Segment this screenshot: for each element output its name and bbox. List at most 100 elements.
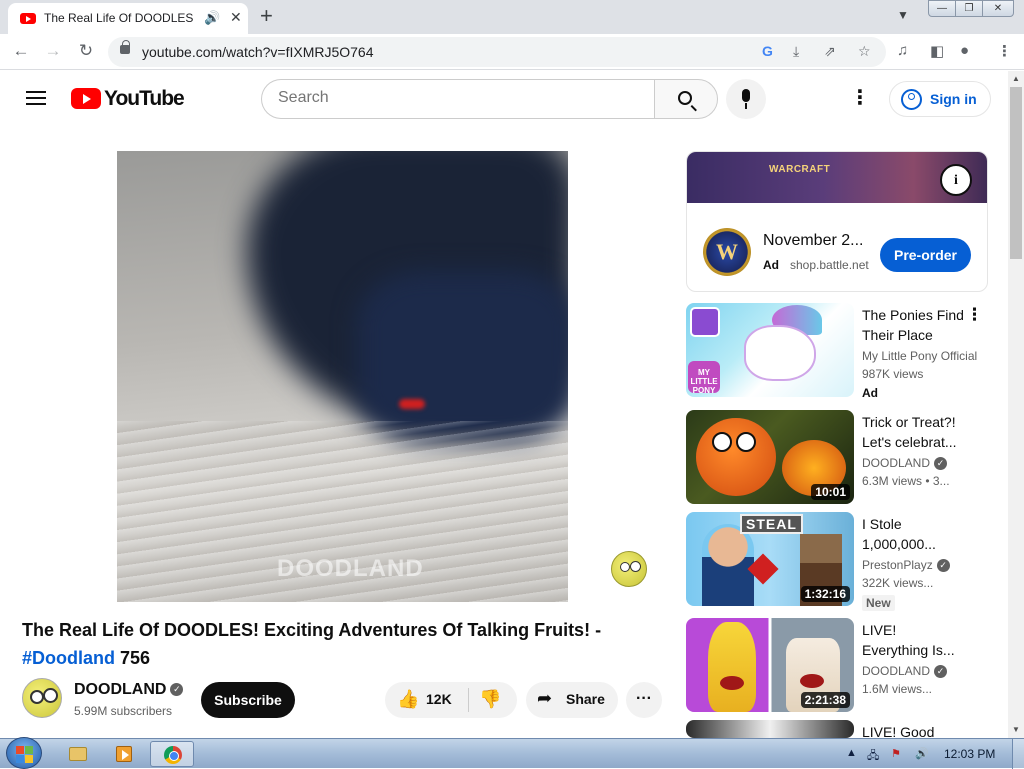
url-text[interactable]: youtube.com/watch?v=fIXMRJ5O764 (142, 44, 374, 60)
verified-check-icon: ✓ (936, 559, 950, 573)
ad-info-icon[interactable]: i (940, 164, 972, 196)
more-options-kebab-icon[interactable]: ⋮ (966, 305, 983, 325)
share-button[interactable]: ➦ Share (526, 682, 618, 718)
google-lens-icon[interactable]: G (762, 43, 773, 59)
channel-name-text[interactable]: DOODLAND (74, 681, 166, 698)
chevron-down-icon[interactable]: ▼ (897, 8, 909, 22)
forward-arrow-icon[interactable]: → (42, 41, 64, 61)
thumbs-up-icon[interactable]: 👍 (397, 689, 419, 710)
youtube-favicon-icon (20, 13, 36, 24)
channel-avatar[interactable] (22, 678, 62, 718)
video-title[interactable]: Trick or Treat?! Let's celebrat... (862, 412, 966, 452)
youtube-logo-icon[interactable] (71, 88, 101, 109)
hashtag-link[interactable]: #Doodland (22, 648, 115, 668)
share-label: Share (566, 691, 605, 707)
taskbar-chrome[interactable] (150, 741, 194, 767)
scroll-down-arrow-icon[interactable]: ▼ (1008, 722, 1024, 738)
address-bar[interactable]: youtube.com/watch?v=fIXMRJ5O764 G ⤓ ⇗ ☆ (108, 37, 886, 67)
bookmark-star-icon[interactable]: ☆ (858, 43, 871, 60)
back-arrow-icon[interactable]: ← (10, 41, 32, 61)
search-input[interactable] (278, 89, 638, 107)
video-frame-red-spot (399, 399, 425, 409)
video-title[interactable]: LIVE! Everything Is... (862, 620, 966, 660)
window-restore-button[interactable]: ❐ (955, 0, 983, 17)
action-center-icon[interactable]: ⚑ (891, 747, 901, 760)
channel-name-text[interactable]: DOODLAND (862, 664, 930, 678)
volume-icon[interactable]: 🔊 (915, 747, 929, 760)
ad-title[interactable]: November 2... (763, 232, 867, 250)
video-title[interactable]: The Ponies Find Their Place (862, 305, 966, 345)
scrollbar-thumb[interactable] (1010, 87, 1022, 259)
video-thumbnail[interactable]: STEAL 1:32:16 (686, 512, 854, 606)
install-app-icon[interactable]: ⤓ (793, 43, 799, 60)
youtube-wordmark[interactable]: YouTube (104, 87, 185, 111)
lock-icon[interactable] (120, 40, 130, 54)
channel-name-text[interactable]: DOODLAND (862, 456, 930, 470)
close-tab-icon[interactable]: ✕ (230, 9, 242, 26)
sign-in-button[interactable]: Sign in (889, 81, 991, 117)
chrome-menu-icon[interactable]: ⋮ (997, 42, 1012, 60)
search-box[interactable] (261, 79, 655, 119)
channel-branding-mascot-icon[interactable] (611, 551, 647, 587)
view-count: 1.6M views... (862, 682, 933, 696)
channel-name[interactable]: PrestonPlayz ✓ (862, 558, 982, 573)
new-tab-button[interactable]: + (260, 4, 273, 28)
channel-name[interactable]: My Little Pony Official (862, 349, 982, 363)
profile-icon[interactable]: ● (960, 42, 969, 59)
share-icon[interactable]: ⇗ (824, 43, 836, 60)
more-actions-button[interactable]: ··· (626, 682, 662, 718)
like-dislike-group: 👍 12K 👎 (385, 682, 517, 718)
windows-logo-part (25, 746, 33, 754)
pre-order-button[interactable]: Pre-order (880, 238, 971, 272)
reload-icon[interactable]: ↻ (75, 41, 97, 61)
side-panel-icon[interactable]: ◧ (930, 42, 944, 60)
recommended-video[interactable]: 10:01 Trick or Treat?! Let's celebrat...… (686, 410, 988, 504)
window-minimize-button[interactable]: — (928, 0, 956, 17)
video-duration: 2:21:38 (800, 692, 850, 708)
thumbnail-badge-shape (690, 307, 720, 337)
recommended-video[interactable]: 2:21:38 LIVE! Everything Is... DOODLAND ✓… (686, 618, 988, 712)
start-button[interactable] (6, 737, 42, 769)
advertiser-logo[interactable]: W (703, 228, 751, 276)
recommended-video[interactable]: STEAL 1:32:16 I Stole 1,000,000... Prest… (686, 512, 988, 611)
video-thumbnail[interactable]: 2:21:38 (686, 618, 854, 712)
ad-card[interactable]: WARCRAFT i W November 2... Ad shop.battl… (686, 151, 988, 292)
channel-name[interactable]: DOODLAND ✓ (862, 664, 982, 679)
subscribe-button[interactable]: Subscribe (201, 682, 295, 718)
video-thumbnail[interactable]: 10:01 (686, 410, 854, 504)
hamburger-menu-icon[interactable] (26, 91, 46, 105)
channel-name[interactable]: DOODLAND ✓ (862, 456, 982, 471)
scroll-up-arrow-icon[interactable]: ▲ (1008, 71, 1024, 87)
recommended-video[interactable]: MY LITTLE PONY The Ponies Find Their Pla… (686, 303, 988, 400)
window-close-button[interactable]: ✕ (982, 0, 1014, 17)
sign-in-label: Sign in (930, 91, 977, 107)
page-scrollbar[interactable]: ▲ ▼ (1008, 71, 1024, 738)
windows-logo-part (16, 755, 24, 763)
browser-tab[interactable]: The Real Life Of DOODLES! E 🔊 ✕ (8, 3, 248, 34)
system-clock[interactable]: 12:03 PM (944, 747, 995, 761)
show-hidden-icons-icon[interactable]: ▲ (846, 747, 857, 759)
video-title-tail: 756 (115, 648, 151, 668)
video-player[interactable]: DOODLAND (117, 151, 568, 602)
search-button[interactable] (654, 79, 718, 119)
channel-name-text[interactable]: PrestonPlayz (862, 558, 933, 572)
voice-search-button[interactable] (726, 79, 766, 119)
new-badge: New (862, 595, 895, 611)
network-icon[interactable]: 🖧 (867, 747, 879, 766)
video-thumbnail[interactable]: MY LITTLE PONY (686, 303, 854, 397)
channel-name[interactable]: DOODLAND ✓ (74, 681, 184, 699)
my-little-pony-logo: MY LITTLE PONY (688, 361, 720, 395)
speaker-icon[interactable]: 🔊 (204, 10, 220, 26)
video-title[interactable]: I Stole 1,000,000... (862, 514, 966, 554)
thumbs-down-icon[interactable]: 👎 (479, 689, 501, 710)
taskbar-media-player[interactable] (102, 741, 146, 767)
recommended-video[interactable]: LIVE! Good (686, 720, 988, 738)
share-arrow-icon: ➦ (537, 688, 553, 708)
settings-kebab-icon[interactable]: ⋮ (850, 88, 870, 108)
show-desktop-button[interactable] (1012, 739, 1024, 769)
media-control-icon[interactable]: ♫ (897, 42, 908, 59)
video-title[interactable]: LIVE! Good (862, 722, 966, 738)
taskbar-file-explorer[interactable] (56, 741, 100, 767)
video-thumbnail[interactable] (686, 720, 854, 738)
like-count[interactable]: 12K (426, 691, 452, 707)
